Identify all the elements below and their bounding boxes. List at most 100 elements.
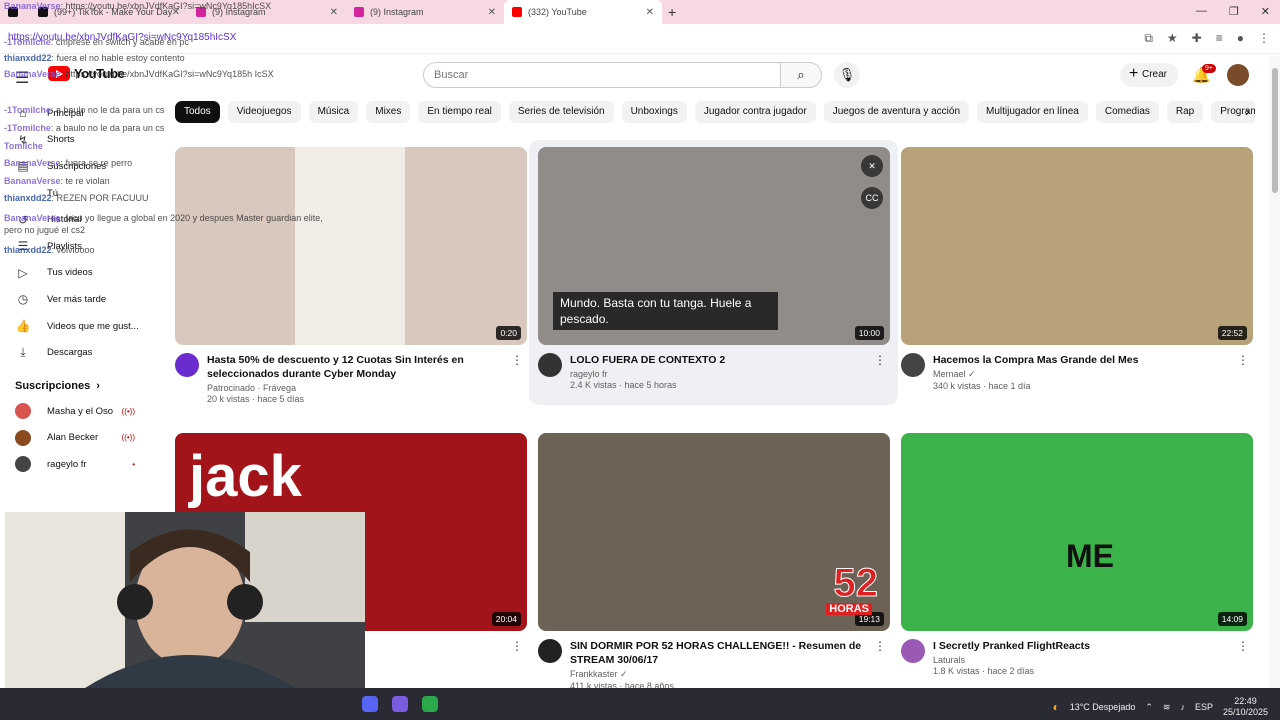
more-menu-icon[interactable]: ⋮: [1258, 31, 1270, 46]
channel-name[interactable]: Patrocinado · Frávega: [207, 383, 527, 393]
channel-avatar[interactable]: [901, 639, 925, 663]
scrollbar-thumb[interactable]: [1272, 68, 1278, 193]
minimize-icon[interactable]: —: [1196, 5, 1207, 18]
more-options-icon[interactable]: ⋮: [874, 639, 886, 653]
chat-message: BananaVerse: facu yo llegue a global en …: [4, 212, 339, 236]
chip-4[interactable]: En tiempo real: [418, 101, 501, 123]
chat-message: -1Tomilche: a baulo no le da para un cs: [4, 104, 339, 116]
video-card[interactable]: 14:09 ME I Secretly Pranked FlightReacts La…: [901, 433, 1253, 691]
subscription-item[interactable]: Masha y el Oso ((•)): [0, 398, 170, 425]
browser-tab-instagram-2[interactable]: (9) Instagram ✕: [346, 0, 504, 24]
close-tab-icon[interactable]: ✕: [488, 7, 496, 18]
extensions-icon[interactable]: ✚: [1192, 31, 1202, 46]
video-title[interactable]: Hasta 50% de descuento y 12 Cuotas Sin I…: [207, 353, 527, 381]
chat-text: : fuera el no hable estoy contento: [51, 53, 185, 63]
search-input[interactable]: Buscar: [423, 62, 781, 88]
video-title[interactable]: I Secretly Pranked FlightReacts: [933, 639, 1253, 653]
video-thumbnail[interactable]: 14:09 ME: [901, 433, 1253, 631]
chip-10[interactable]: Comedias: [1095, 101, 1159, 123]
cast-icon[interactable]: ⧉: [1144, 31, 1153, 46]
chip-11[interactable]: Rap: [1166, 101, 1204, 123]
channel-avatar: [15, 456, 31, 473]
create-button[interactable]: + Crear: [1120, 63, 1178, 87]
chip-7[interactable]: Jugador contra jugador: [694, 101, 816, 123]
channel-name[interactable]: Laturals: [933, 655, 1253, 665]
tray-chevron-icon[interactable]: ⌃: [1145, 702, 1153, 713]
subscriptions-heading-label: Suscripciones: [15, 379, 91, 392]
profile-icon[interactable]: ●: [1237, 31, 1244, 46]
video-thumbnail[interactable]: 19:13 52 HORAS: [538, 433, 890, 631]
system-tray: ◐ 13°C Despejado ⌃ ≋ ♪ ESP 22:49 25/10/2…: [1052, 696, 1268, 718]
channel-avatar[interactable]: [175, 353, 199, 377]
channel-name[interactable]: rageylo fr: [570, 369, 890, 379]
lang-indicator[interactable]: ESP: [1195, 702, 1213, 712]
close-window-icon[interactable]: ✕: [1261, 5, 1270, 18]
account-avatar[interactable]: [1227, 64, 1249, 86]
game-icon[interactable]: [392, 696, 408, 712]
more-options-icon[interactable]: ⋮: [874, 353, 886, 367]
video-meta: SIN DORMIR POR 52 HORAS CHALLENGE!! - Re…: [538, 631, 890, 691]
new-tab-button[interactable]: +: [668, 4, 676, 20]
chip-9[interactable]: Multijugador en línea: [977, 101, 1088, 123]
chat-message: Tomilche: [4, 140, 339, 152]
video-title[interactable]: SIN DORMIR POR 52 HORAS CHALLENGE!! - Re…: [570, 639, 890, 667]
more-options-icon[interactable]: ⋮: [1237, 639, 1249, 653]
video-meta: LOLO FUERA DE CONTEXTO 2 rageylo fr 2.4 K …: [538, 345, 890, 405]
sidebar-item-6[interactable]: ▷ Tus videos: [0, 260, 170, 287]
chip-5[interactable]: Series de televisión: [508, 101, 614, 123]
subscription-item[interactable]: Alan Becker ((•)): [0, 425, 170, 452]
video-meta: I Secretly Pranked FlightReacts Laturals 1…: [901, 631, 1253, 691]
more-options-icon[interactable]: ⋮: [511, 639, 523, 653]
search-button[interactable]: ⌕: [780, 62, 822, 88]
clock-time: 22:49: [1234, 696, 1257, 706]
captions-icon[interactable]: CC: [861, 187, 883, 209]
chat-text: : a baulo no le da para un cs: [50, 105, 165, 115]
sidebar-item-7[interactable]: ◷ Ver más tarde: [0, 286, 170, 313]
clock[interactable]: 22:49 25/10/2025: [1223, 696, 1268, 718]
discord-icon[interactable]: [362, 696, 378, 712]
channel-avatar[interactable]: [538, 353, 562, 377]
channel-name[interactable]: Frankkaster ✓: [570, 669, 890, 680]
channel-avatar: [15, 429, 31, 446]
bookmark-star-icon[interactable]: ★: [1167, 31, 1178, 46]
sidebar-item-label: Descargas: [47, 347, 93, 359]
mute-icon[interactable]: ✕: [861, 155, 883, 177]
subscription-item[interactable]: rageylo fr •: [0, 451, 170, 478]
channel-avatar[interactable]: [901, 353, 925, 377]
video-stats: 20 k vistas · hace 5 días: [207, 394, 305, 404]
chrome-icon[interactable]: [422, 696, 438, 712]
video-thumbnail[interactable]: 10:00 Mundo. Basta con tu tanga. Huele a …: [538, 147, 890, 345]
video-card[interactable]: 22:52 Hacemos la Compra Mas Grande del Me…: [901, 147, 1253, 405]
video-card[interactable]: 10:00 Mundo. Basta con tu tanga. Huele a …: [538, 147, 890, 405]
chevron-right-icon[interactable]: ›: [1245, 103, 1250, 119]
sidebar-item-9[interactable]: ⤓ Descargas: [0, 339, 170, 366]
restore-icon[interactable]: ❐: [1229, 5, 1239, 18]
more-options-icon[interactable]: ⋮: [1237, 353, 1249, 367]
page-scrollbar[interactable]: [1270, 56, 1280, 688]
chat-message: BananaVerse: fuera se re perro: [4, 157, 339, 169]
more-options-icon[interactable]: ⋮: [511, 353, 523, 367]
closed-caption: Mundo. Basta con tu tanga. Huele a pesca…: [553, 292, 778, 330]
voice-search-button[interactable]: 🎙: [834, 62, 860, 88]
thumbnail-horas: HORAS: [826, 603, 872, 615]
thumbnail-text: ME: [1066, 538, 1114, 574]
close-tab-icon[interactable]: ✕: [646, 7, 654, 18]
volume-icon[interactable]: ♪: [1180, 702, 1185, 712]
channel-name[interactable]: Mernael ✓: [933, 369, 1253, 380]
subscriptions-heading[interactable]: Suscripciones ›: [0, 366, 170, 398]
chat-text: : volvioooo: [51, 245, 95, 255]
reading-list-icon[interactable]: ≡: [1216, 31, 1223, 46]
channel-avatar[interactable]: [538, 639, 562, 663]
video-thumbnail[interactable]: 22:52: [901, 147, 1253, 345]
duration-badge: 22:52: [1217, 326, 1247, 340]
chip-8[interactable]: Juegos de aventura y acción: [823, 101, 970, 123]
chip-6[interactable]: Unboxings: [621, 101, 687, 123]
video-title[interactable]: Hacemos la Compra Mas Grande del Mes: [933, 353, 1253, 367]
video-card[interactable]: 19:13 52 HORAS SIN DORMIR POR 52 HORAS CHAL…: [538, 433, 890, 691]
video-title[interactable]: LOLO FUERA DE CONTEXTO 2: [570, 353, 890, 367]
chip-3[interactable]: Mixes: [366, 101, 411, 123]
sidebar-item-8[interactable]: 👍 Videos que me gust...: [0, 313, 170, 340]
browser-tab-youtube[interactable]: (332) YouTube ✕: [504, 0, 662, 24]
window-controls: — ❐ ✕: [1196, 5, 1270, 18]
wifi-icon[interactable]: ≋: [1163, 702, 1171, 713]
